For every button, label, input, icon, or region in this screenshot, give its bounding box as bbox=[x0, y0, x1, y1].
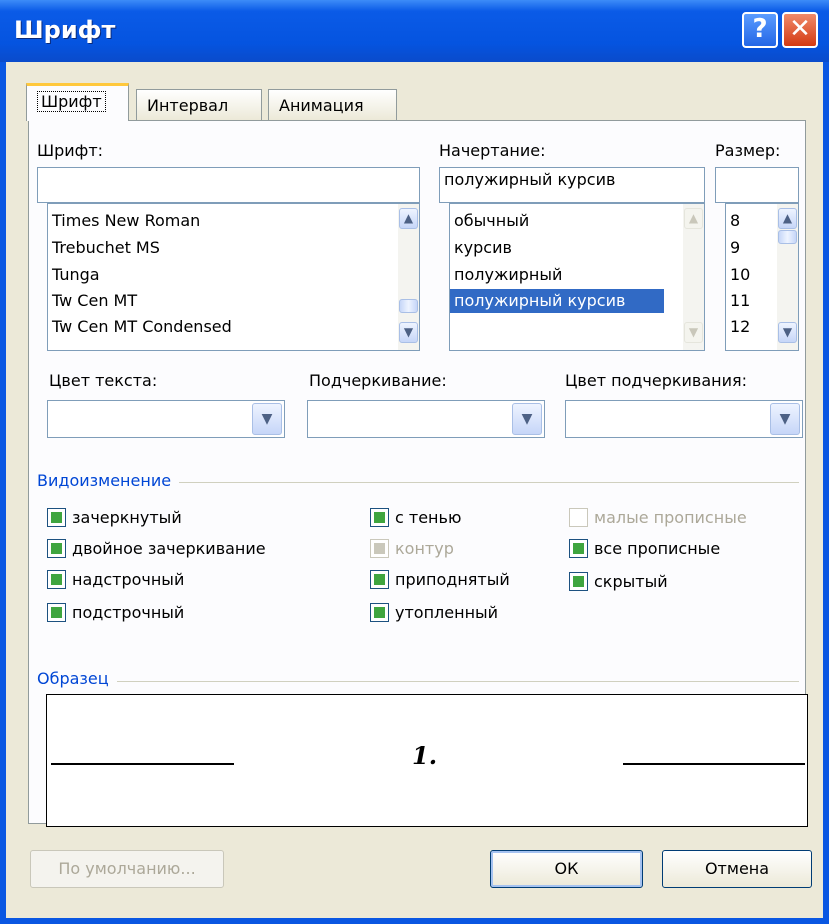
list-item[interactable]: обычный bbox=[450, 209, 529, 233]
list-item[interactable]: Tw Cen MT bbox=[48, 289, 137, 313]
list-item[interactable]: 10 bbox=[726, 263, 750, 287]
dialog-body: Шрифт Интервал Анимация Шрифт: Times New… bbox=[6, 62, 823, 918]
checkbox-mixed-icon bbox=[47, 603, 66, 622]
chevron-down-icon[interactable]: ▼ bbox=[512, 403, 542, 435]
preview-baseline-left bbox=[51, 763, 234, 765]
list-item[interactable]: курсив bbox=[450, 236, 512, 260]
tab-animation-label: Анимация bbox=[279, 96, 364, 115]
preview-group-label: Образец bbox=[37, 669, 117, 688]
size-list-scrollbar[interactable]: ▲ ▼ bbox=[777, 204, 798, 350]
style-input[interactable]: полужирный курсив bbox=[439, 167, 705, 203]
text-color-select[interactable]: ▼ bbox=[47, 400, 285, 438]
scroll-down-icon[interactable]: ▼ bbox=[778, 322, 797, 343]
subscript-checkbox[interactable]: подстрочный bbox=[47, 603, 184, 622]
scroll-down-icon[interactable]: ▼ bbox=[399, 322, 418, 343]
tab-font-label: Шрифт bbox=[37, 91, 106, 112]
font-input[interactable] bbox=[37, 167, 420, 203]
chevron-down-icon[interactable]: ▼ bbox=[252, 403, 282, 435]
tab-animation[interactable]: Анимация bbox=[268, 89, 397, 120]
scroll-down-icon[interactable]: ▼ bbox=[684, 322, 703, 343]
underline-select[interactable]: ▼ bbox=[307, 400, 545, 438]
chevron-down-icon[interactable]: ▼ bbox=[770, 403, 800, 435]
checkbox-label: все прописные bbox=[594, 539, 721, 558]
checkbox-mixed-icon bbox=[569, 572, 588, 591]
checkbox-disabled-icon bbox=[569, 508, 588, 527]
checkbox-mixed-icon bbox=[370, 570, 389, 589]
style-label: Начертание: bbox=[439, 141, 546, 160]
checkbox-mixed-icon bbox=[569, 539, 588, 558]
engrave-checkbox[interactable]: утопленный bbox=[370, 603, 498, 622]
checkbox-label: надстрочный bbox=[72, 570, 185, 589]
window-title: Шрифт bbox=[14, 16, 116, 44]
style-list-scrollbar[interactable]: ▲ ▼ bbox=[683, 204, 704, 350]
shadow-checkbox[interactable]: с тенью bbox=[370, 508, 461, 527]
checkbox-label: зачеркнутый bbox=[72, 508, 182, 527]
checkbox-label: подстрочный bbox=[72, 603, 185, 622]
list-item[interactable]: 11 bbox=[726, 289, 750, 313]
underline-label: Подчеркивание: bbox=[309, 371, 447, 390]
checkbox-mixed-icon bbox=[47, 570, 66, 589]
tab-spacing-label: Интервал bbox=[147, 96, 229, 115]
preview-divider bbox=[37, 681, 799, 682]
list-item[interactable]: Tunga bbox=[48, 263, 100, 287]
list-item[interactable]: Trebuchet MS bbox=[48, 236, 160, 260]
superscript-checkbox[interactable]: надстрочный bbox=[47, 570, 184, 589]
checkbox-label: скрытый bbox=[594, 572, 668, 591]
scroll-thumb[interactable] bbox=[399, 299, 418, 313]
checkbox-disabled-icon bbox=[370, 539, 389, 558]
list-item[interactable]: 12 bbox=[726, 315, 750, 339]
underline-color-select[interactable]: ▼ bbox=[565, 400, 803, 438]
font-dialog: Шрифт ? ✕ Шрифт Интервал Анимация Шрифт:… bbox=[0, 0, 829, 924]
font-list[interactable]: Times New Roman Trebuchet MS Tunga Tw Ce… bbox=[47, 203, 420, 351]
size-input[interactable] bbox=[715, 167, 799, 203]
ok-button[interactable]: ОК bbox=[490, 850, 643, 888]
scroll-thumb[interactable] bbox=[778, 230, 797, 244]
help-button[interactable]: ? bbox=[742, 12, 778, 48]
outline-checkbox[interactable]: контур bbox=[370, 539, 454, 558]
size-list[interactable]: 8 9 10 11 12 ▲ ▼ bbox=[725, 203, 799, 351]
effects-group-label: Видоизменение bbox=[37, 471, 180, 490]
checkbox-label: с тенью bbox=[395, 508, 462, 527]
checkbox-mixed-icon bbox=[370, 603, 389, 622]
preview-box: 1. bbox=[46, 694, 808, 827]
font-label: Шрифт: bbox=[37, 141, 104, 160]
scroll-up-icon[interactable]: ▲ bbox=[778, 208, 797, 229]
close-button[interactable]: ✕ bbox=[782, 12, 818, 48]
list-item-selected[interactable]: полужирный курсив bbox=[450, 289, 664, 313]
list-item[interactable]: 9 bbox=[726, 236, 740, 260]
checkbox-label: малые прописные bbox=[594, 508, 747, 527]
list-item[interactable]: Times New Roman bbox=[48, 209, 200, 233]
style-list[interactable]: обычный курсив полужирный полужирный кур… bbox=[449, 203, 705, 351]
list-item[interactable]: 8 bbox=[726, 209, 740, 233]
size-label: Размер: bbox=[715, 141, 781, 160]
scroll-up-icon[interactable]: ▲ bbox=[399, 208, 418, 229]
cancel-button[interactable]: Отмена bbox=[662, 850, 812, 888]
strikethrough-checkbox[interactable]: зачеркнутый bbox=[47, 508, 182, 527]
checkbox-mixed-icon bbox=[370, 508, 389, 527]
emboss-checkbox[interactable]: приподнятый bbox=[370, 570, 510, 589]
font-list-scrollbar[interactable]: ▲ ▼ bbox=[398, 204, 419, 350]
tab-spacing[interactable]: Интервал bbox=[136, 89, 262, 120]
scroll-up-icon[interactable]: ▲ bbox=[684, 208, 703, 229]
default-button[interactable]: По умолчанию... bbox=[30, 850, 224, 888]
checkbox-label: утопленный bbox=[395, 603, 499, 622]
preview-text: 1. bbox=[412, 741, 438, 770]
checkbox-label: приподнятый bbox=[395, 570, 510, 589]
checkbox-label: двойное зачеркивание bbox=[72, 539, 266, 558]
all-caps-checkbox[interactable]: все прописные bbox=[569, 539, 720, 558]
underline-color-label: Цвет подчеркивания: bbox=[565, 371, 748, 390]
title-bar[interactable]: Шрифт ? ✕ bbox=[0, 0, 829, 62]
list-item[interactable]: полужирный bbox=[450, 263, 562, 287]
list-item[interactable]: Tw Cen MT Condensed bbox=[48, 315, 232, 339]
hidden-checkbox[interactable]: скрытый bbox=[569, 572, 668, 591]
checkbox-mixed-icon bbox=[47, 539, 66, 558]
text-color-label: Цвет текста: bbox=[49, 371, 158, 390]
tab-font[interactable]: Шрифт bbox=[26, 83, 129, 121]
checkbox-mixed-icon bbox=[47, 508, 66, 527]
preview-baseline-right bbox=[623, 763, 805, 765]
double-strikethrough-checkbox[interactable]: двойное зачеркивание bbox=[47, 539, 266, 558]
small-caps-checkbox[interactable]: малые прописные bbox=[569, 508, 747, 527]
checkbox-label: контур bbox=[395, 539, 454, 558]
